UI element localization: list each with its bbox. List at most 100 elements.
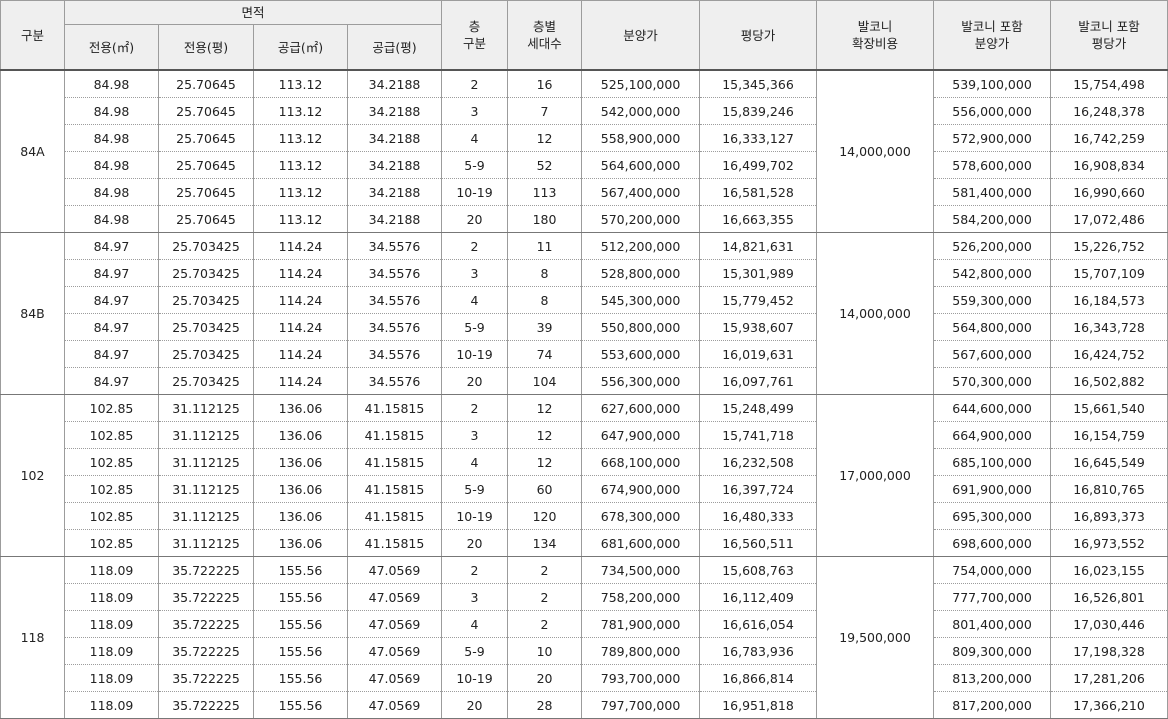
floor-cell: 5-9: [441, 151, 509, 179]
units-cell: 104: [507, 367, 583, 395]
price-cell: 668,100,000: [581, 448, 701, 476]
exclusive-m2-cell: 84.98: [64, 124, 159, 152]
header-exclusive-m2: 전용(㎡): [64, 24, 159, 71]
exclusive-m2-cell: 102.85: [64, 529, 159, 557]
floor-cell: 3: [441, 97, 509, 125]
price-cell: 567,400,000: [581, 178, 701, 206]
per-pyeong-cell: 15,301,989: [699, 259, 818, 287]
floor-cell: 10-19: [441, 664, 509, 692]
supply-m2-cell: 136.06: [253, 529, 348, 557]
exclusive-m2-cell: 102.85: [64, 448, 159, 476]
table-row: 118.09 35.722225 155.56 47.0569 4 2 781,900,00…: [1, 610, 1168, 638]
supply-pyeong-cell: 34.5576: [346, 286, 443, 314]
per-pyeong-with-balcony-cell: 16,502,882: [1050, 367, 1168, 395]
price-with-balcony-cell: 526,200,000: [933, 232, 1052, 260]
table-row: 118.09 35.722225 155.56 47.0569 20 28 797,700,…: [1, 691, 1168, 719]
units-cell: 11: [507, 232, 583, 260]
floor-cell: 10-19: [441, 502, 509, 530]
exclusive-m2-cell: 84.97: [64, 259, 159, 287]
supply-pyeong-cell: 41.15815: [346, 502, 443, 530]
price-with-balcony-cell: 664,900,000: [933, 421, 1052, 449]
price-with-balcony-cell: 572,900,000: [933, 124, 1052, 152]
per-pyeong-with-balcony-cell: 15,661,540: [1050, 394, 1168, 422]
units-cell: 8: [507, 286, 583, 314]
units-cell: 2: [507, 610, 583, 638]
supply-pyeong-cell: 34.2188: [346, 124, 443, 152]
floor-cell: 20: [441, 367, 509, 395]
supply-m2-cell: 155.56: [253, 583, 348, 611]
exclusive-m2-cell: 118.09: [64, 610, 159, 638]
per-pyeong-with-balcony-cell: 16,343,728: [1050, 313, 1168, 341]
supply-pyeong-cell: 34.2188: [346, 178, 443, 206]
floor-cell: 2: [441, 232, 509, 260]
header-per-pyeong-with-balcony: 발코니 포함 평당가: [1050, 0, 1168, 71]
supply-pyeong-cell: 34.5576: [346, 232, 443, 260]
price-cell: 781,900,000: [581, 610, 701, 638]
per-pyeong-cell: 15,248,499: [699, 394, 818, 422]
price-cell: 512,200,000: [581, 232, 701, 260]
per-pyeong-with-balcony-cell: 16,645,549: [1050, 448, 1168, 476]
price-with-balcony-cell: 691,900,000: [933, 475, 1052, 503]
header-balcony-cost-line2: 확장비용: [852, 36, 899, 51]
table-row: 118.09 35.722225 155.56 47.0569 10-19 20 793,7…: [1, 664, 1168, 692]
table-row: 102.85 31.112125 136.06 41.15815 5-9 60 674,90…: [1, 475, 1168, 503]
price-cell: 734,500,000: [581, 556, 701, 584]
per-pyeong-cell: 15,839,246: [699, 97, 818, 125]
exclusive-pyeong-cell: 35.722225: [158, 583, 254, 611]
per-pyeong-with-balcony-cell: 17,072,486: [1050, 205, 1168, 233]
per-pyeong-with-balcony-cell: 16,184,573: [1050, 286, 1168, 314]
header-floor-line2: 구분: [463, 36, 487, 51]
supply-m2-cell: 114.24: [253, 313, 348, 341]
price-with-balcony-cell: 567,600,000: [933, 340, 1052, 368]
exclusive-m2-cell: 84.98: [64, 205, 159, 233]
header-price: 분양가: [581, 0, 701, 71]
per-pyeong-with-balcony-cell: 16,154,759: [1050, 421, 1168, 449]
header-price-with-balcony: 발코니 포함 분양가: [933, 0, 1052, 71]
per-pyeong-with-balcony-cell: 16,973,552: [1050, 529, 1168, 557]
floor-cell: 3: [441, 421, 509, 449]
per-pyeong-cell: 16,232,508: [699, 448, 818, 476]
price-cell: 545,300,000: [581, 286, 701, 314]
per-pyeong-cell: 16,783,936: [699, 637, 818, 665]
price-with-balcony-cell: 644,600,000: [933, 394, 1052, 422]
table-row: 84.98 25.70645 113.12 34.2188 10-19 113 567,40…: [1, 178, 1168, 206]
per-pyeong-with-balcony-cell: 16,023,155: [1050, 556, 1168, 584]
supply-m2-cell: 155.56: [253, 610, 348, 638]
price-with-balcony-cell: 754,000,000: [933, 556, 1052, 584]
per-pyeong-cell: 16,480,333: [699, 502, 818, 530]
per-pyeong-with-balcony-cell: 16,248,378: [1050, 97, 1168, 125]
table-row: 84B 84.97 25.703425 114.24 34.5576 2 11 512,200…: [0, 232, 1168, 395]
exclusive-m2-cell: 102.85: [64, 421, 159, 449]
units-cell: 10: [507, 637, 583, 665]
supply-m2-cell: 155.56: [253, 556, 348, 584]
price-with-balcony-cell: 817,200,000: [933, 691, 1052, 719]
floor-cell: 10-19: [441, 178, 509, 206]
price-with-balcony-cell: 539,100,000: [933, 70, 1052, 98]
price-cell: 793,700,000: [581, 664, 701, 692]
floor-cell: 4: [441, 610, 509, 638]
exclusive-pyeong-cell: 25.703425: [158, 313, 254, 341]
price-with-balcony-cell: 685,100,000: [933, 448, 1052, 476]
exclusive-m2-cell: 102.85: [64, 502, 159, 530]
price-with-balcony-cell: 570,300,000: [933, 367, 1052, 395]
table-row: 102.85 31.112125 136.06 41.15815 20 134 681,60…: [1, 529, 1168, 557]
exclusive-pyeong-cell: 25.70645: [158, 151, 254, 179]
header-per-pyeong: 평당가: [699, 0, 818, 71]
per-pyeong-with-balcony-cell: 17,366,210: [1050, 691, 1168, 719]
per-pyeong-cell: 16,866,814: [699, 664, 818, 692]
price-with-balcony-cell: 578,600,000: [933, 151, 1052, 179]
exclusive-pyeong-cell: 35.722225: [158, 664, 254, 692]
price-with-balcony-cell: 564,800,000: [933, 313, 1052, 341]
exclusive-m2-cell: 84.97: [64, 367, 159, 395]
supply-m2-cell: 136.06: [253, 448, 348, 476]
per-pyeong-cell: 16,560,511: [699, 529, 818, 557]
exclusive-m2-cell: 84.98: [64, 151, 159, 179]
price-with-balcony-cell: 698,600,000: [933, 529, 1052, 557]
price-with-balcony-cell: 813,200,000: [933, 664, 1052, 692]
table-row: 84.97 25.703425 114.24 34.5576 5-9 39 550,800,…: [1, 313, 1168, 341]
price-cell: 647,900,000: [581, 421, 701, 449]
per-pyeong-cell: 16,097,761: [699, 367, 818, 395]
supply-pyeong-cell: 47.0569: [346, 610, 443, 638]
header-per-pyeong-with-balcony-line1: 발코니 포함: [1078, 19, 1140, 34]
price-with-balcony-cell: 542,800,000: [933, 259, 1052, 287]
